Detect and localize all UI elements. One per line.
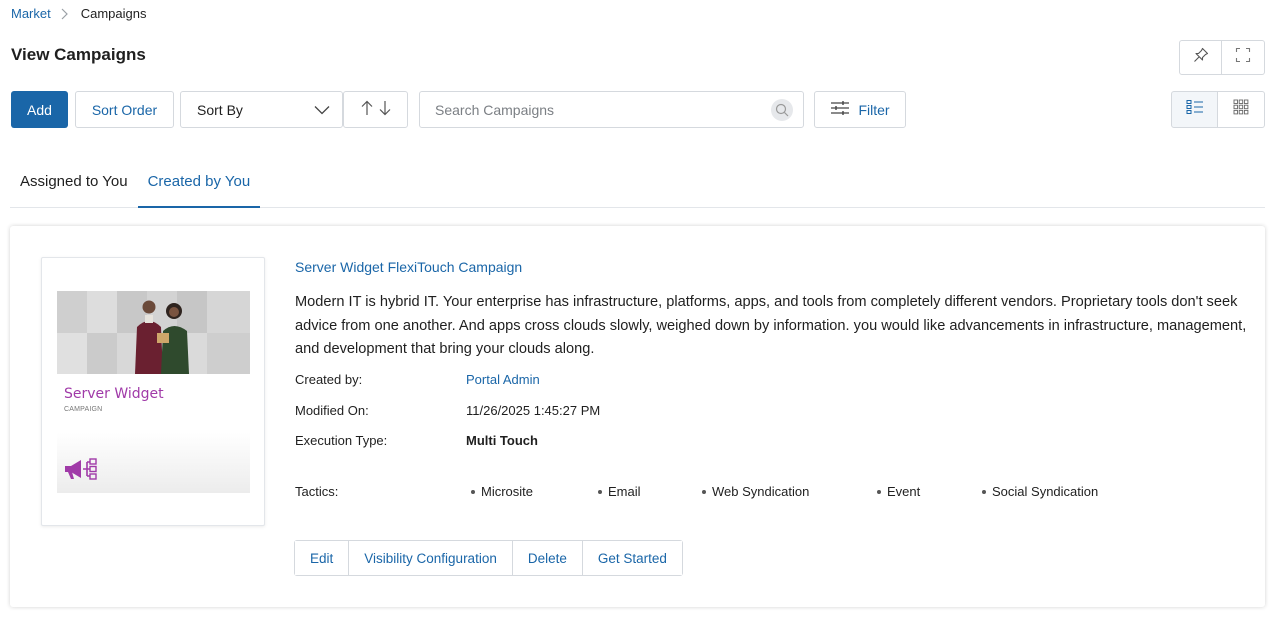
- pin-icon: [1193, 47, 1209, 68]
- breadcrumb-current: Campaigns: [80, 6, 147, 21]
- search-box: [419, 91, 804, 128]
- tactic-item: Event: [877, 484, 920, 499]
- bullet-icon: [598, 489, 602, 494]
- tactics-label: Tactics:: [295, 484, 339, 499]
- campaign-title-link[interactable]: Server Widget FlexiTouch Campaign: [295, 259, 522, 275]
- tactic-label: Microsite: [481, 484, 534, 499]
- bullet-icon: [471, 489, 475, 494]
- chevron-down-icon: [314, 102, 330, 118]
- execution-type-value: Multi Touch: [466, 433, 538, 448]
- grid-view-button[interactable]: [1218, 91, 1265, 128]
- thumbnail-title: Server Widget: [64, 386, 164, 402]
- view-toggle: [1171, 91, 1265, 128]
- fullscreen-button[interactable]: [1222, 40, 1265, 75]
- visibility-configuration-button[interactable]: Visibility Configuration: [349, 541, 513, 575]
- search-icon[interactable]: [771, 98, 793, 121]
- bullet-icon: [702, 489, 706, 494]
- tab-created-by-you[interactable]: Created by You: [137, 160, 261, 208]
- tab-assigned-to-you[interactable]: Assigned to You: [10, 160, 138, 208]
- tactic-item: Web Syndication: [702, 484, 809, 499]
- filter-button[interactable]: Filter: [814, 91, 906, 128]
- page-title: View Campaigns: [11, 45, 146, 64]
- arrow-down-icon: [379, 100, 391, 119]
- tactic-label: Social Syndication: [992, 484, 1099, 499]
- chevron-right-icon: [61, 7, 71, 21]
- tactic-item: Social Syndication: [982, 484, 1098, 499]
- campaign-description: Modern IT is hybrid IT. Your enterprise …: [295, 294, 1247, 357]
- thumbnail-subtitle: CAMPAIGN: [64, 406, 103, 413]
- tactic-item: Microsite: [471, 484, 533, 499]
- campaign-card: Server Widget CAMPAIGN Server Widget Fle…: [10, 226, 1265, 607]
- sort-by-select[interactable]: Sort By: [180, 91, 343, 128]
- execution-type-label: Execution Type:: [295, 433, 388, 448]
- get-started-button[interactable]: Get Started: [582, 541, 682, 575]
- modified-on-value: 11/26/2025 1:45:27 PM: [466, 403, 601, 418]
- tactic-label: Web Syndication: [712, 484, 810, 499]
- sort-by-label: Sort By: [197, 101, 243, 118]
- campaign-actions: Edit Visibility Configuration Delete Get…: [294, 540, 683, 576]
- grid-view-icon: [1233, 99, 1249, 120]
- sort-order-button[interactable]: Sort Order: [75, 91, 174, 128]
- campaign-thumbnail[interactable]: Server Widget CAMPAIGN: [41, 257, 265, 526]
- search-input[interactable]: [435, 101, 771, 118]
- add-button[interactable]: Add: [11, 91, 68, 128]
- breadcrumb: Market Campaigns: [11, 6, 147, 21]
- list-view-button[interactable]: [1171, 91, 1218, 128]
- tactic-label: Email: [608, 484, 641, 499]
- thumbnail-content: Server Widget CAMPAIGN: [57, 291, 250, 493]
- bullet-icon: [877, 489, 881, 494]
- expand-icon: [1235, 47, 1251, 68]
- edit-button[interactable]: Edit: [295, 541, 350, 575]
- created-by-label: Created by:: [295, 372, 363, 387]
- breadcrumb-market-link[interactable]: Market: [11, 6, 51, 21]
- created-by-link[interactable]: Portal Admin: [466, 372, 540, 387]
- sort-direction-button[interactable]: [343, 91, 408, 128]
- delete-button[interactable]: Delete: [512, 541, 583, 575]
- campaign-photo: [57, 291, 250, 374]
- tab-bar: Assigned to You Created by You: [10, 160, 1265, 208]
- toolbar: Add Sort Order Sort By Filter: [11, 91, 906, 128]
- filter-label: Filter: [858, 101, 890, 118]
- pin-button[interactable]: [1179, 40, 1222, 75]
- megaphone-network-icon: [63, 457, 101, 488]
- bullet-icon: [982, 489, 986, 494]
- page-actions: [1179, 40, 1265, 75]
- list-view-icon: [1186, 99, 1204, 120]
- arrow-up-icon: [361, 100, 373, 119]
- filter-sliders-icon: [830, 100, 850, 119]
- modified-on-label: Modified On:: [295, 403, 369, 418]
- tactic-item: Email: [598, 484, 641, 499]
- tactic-label: Event: [887, 484, 921, 499]
